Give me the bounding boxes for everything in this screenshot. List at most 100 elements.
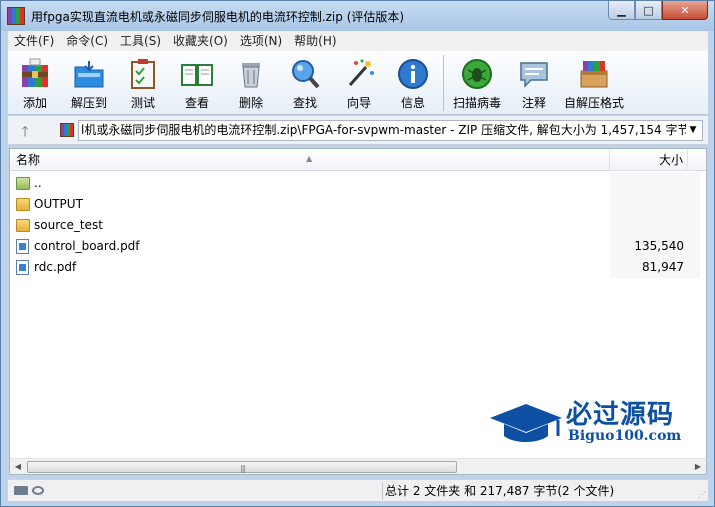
sfx-archive-icon (580, 61, 608, 88)
menu-file[interactable]: 文件(F) (8, 31, 60, 51)
virus-scan-icon (462, 59, 492, 89)
view-book-icon (181, 64, 213, 86)
sfx-label: 自解压格式 (563, 96, 624, 110)
find-button[interactable]: 查找 (278, 51, 332, 113)
test-button[interactable]: 测试 (116, 51, 170, 113)
resize-grip-icon[interactable]: ⋰ (698, 490, 706, 499)
list-row-control-board[interactable]: control_board.pdf 135,540 (10, 236, 706, 257)
chevron-right-icon: ▶ (694, 462, 702, 471)
add-label: 添加 (22, 96, 47, 110)
grip-icon: ||| (240, 464, 246, 473)
list-row-rdc[interactable]: rdc.pdf 81,947 (10, 257, 706, 278)
key-icon[interactable] (32, 486, 44, 495)
add-button[interactable]: 添加 (8, 51, 62, 113)
list-row-output[interactable]: OUTPUT (10, 194, 706, 215)
file-name: rdc.pdf (34, 260, 77, 274)
extract-to-label: 解压到 (70, 96, 107, 110)
file-name: OUTPUT (34, 197, 83, 211)
close-button[interactable]: ✕ (662, 1, 708, 20)
folder-icon (16, 198, 30, 211)
maximize-button[interactable]: □ (635, 1, 662, 20)
horizontal-scrollbar[interactable]: ◀ ||| ▶ (10, 458, 706, 474)
column-header-size[interactable]: 大小 (610, 149, 688, 171)
arrow-up-icon: 🡑 (21, 124, 29, 140)
menu-options[interactable]: 选项(N) (234, 31, 288, 51)
file-size: 135,540 (634, 239, 684, 253)
info-button[interactable]: 信息 (386, 51, 440, 113)
drive-icon[interactable] (14, 486, 28, 495)
file-size (610, 173, 684, 194)
window-controls: ▁ □ ✕ (608, 1, 708, 20)
up-folder-button[interactable]: 🡑 (14, 121, 36, 141)
view-button[interactable]: 查看 (170, 51, 224, 113)
column-header-name[interactable]: 名称 ▲ (10, 149, 610, 171)
list-row-parent[interactable]: .. (10, 173, 706, 194)
menu-commands[interactable]: 命令(C) (60, 31, 114, 51)
file-name: .. (34, 176, 42, 190)
address-bar: 🡑 l机或永磁同步伺服电机的电流环控制.zip\FPGA-for-svpwm-m… (8, 116, 708, 145)
view-label: 查看 (184, 96, 209, 110)
pdf-file-icon (16, 260, 29, 275)
menu-tools[interactable]: 工具(S) (114, 31, 167, 51)
status-icons (14, 486, 44, 495)
address-dropdown[interactable]: ▼ (686, 121, 700, 140)
info-icon (398, 59, 428, 89)
toolbar-separator (443, 55, 444, 111)
name-cell: source_test (16, 215, 103, 236)
minimize-icon: ▁ (617, 3, 626, 17)
file-name: source_test (34, 218, 103, 232)
column-name-label: 名称 (16, 153, 41, 167)
list-header: 名称 ▲ 大小 (10, 149, 706, 171)
parent-folder-icon (16, 177, 30, 190)
add-archive-icon (22, 58, 48, 87)
list-rows: .. OUTPUT source_test control_board.pdf … (10, 173, 706, 278)
trash-icon (242, 63, 260, 88)
scroll-right-button[interactable]: ▶ (690, 459, 706, 475)
watermark-title: 必过源码 (566, 400, 675, 430)
status-bar: 总计 2 文件夹 和 217,487 字节(2 个文件) ⋰ (8, 479, 708, 501)
close-icon: ✕ (680, 3, 690, 17)
winrar-app-icon[interactable] (7, 7, 25, 25)
maximize-icon: □ (643, 3, 654, 17)
archive-path-icon (60, 123, 74, 137)
comment-button[interactable]: 注释 (507, 51, 561, 113)
window-title: 用fpga实现直流电机或永磁同步伺服电机的电流环控制.zip (评估版本) (31, 10, 405, 24)
address-path: l机或永磁同步伺服电机的电流环控制.zip\FPGA-for-svpwm-mas… (81, 123, 690, 137)
delete-button[interactable]: 删除 (224, 51, 278, 113)
test-label: 测试 (130, 96, 155, 110)
scroll-thumb[interactable]: ||| (27, 461, 457, 473)
address-field[interactable]: l机或永磁同步伺服电机的电流环控制.zip\FPGA-for-svpwm-mas… (78, 120, 703, 141)
info-label: 信息 (400, 96, 425, 110)
comment-label: 注释 (521, 96, 546, 110)
menu-favorites[interactable]: 收藏夹(O) (167, 31, 234, 51)
list-row-source-test[interactable]: source_test (10, 215, 706, 236)
file-name: control_board.pdf (34, 239, 140, 253)
magic-wand-icon (348, 59, 374, 86)
name-cell: rdc.pdf (16, 257, 76, 278)
search-icon (292, 60, 320, 89)
wizard-button[interactable]: 向导 (332, 51, 386, 113)
file-size: 81,947 (642, 260, 684, 274)
comment-icon (520, 62, 548, 88)
delete-label: 删除 (238, 96, 263, 110)
title-bar[interactable]: 用fpga实现直流电机或永磁同步伺服电机的电流环控制.zip (评估版本) ▁ … (1, 1, 714, 31)
winrar-window: 用fpga实现直流电机或永磁同步伺服电机的电流环控制.zip (评估版本) ▁ … (0, 0, 715, 507)
extract-to-button[interactable]: 解压到 (62, 51, 116, 113)
pdf-file-icon (16, 239, 29, 254)
scan-virus-label: 扫描病毒 (452, 96, 501, 110)
name-cell: .. (16, 173, 42, 194)
scroll-left-button[interactable]: ◀ (10, 459, 26, 475)
file-size (610, 194, 684, 215)
menu-help[interactable]: 帮助(H) (288, 31, 342, 51)
wizard-label: 向导 (346, 96, 371, 110)
name-cell: control_board.pdf (16, 236, 140, 257)
find-label: 查找 (292, 96, 317, 110)
column-size-label: 大小 (658, 153, 683, 167)
scan-virus-button[interactable]: 扫描病毒 (447, 51, 507, 113)
sfx-button[interactable]: 自解压格式 (561, 51, 627, 113)
minimize-button[interactable]: ▁ (608, 1, 635, 20)
extract-folder-icon (74, 61, 104, 88)
status-summary: 总计 2 文件夹 和 217,487 字节(2 个文件) (385, 484, 615, 498)
chevron-down-icon: ▼ (689, 125, 697, 135)
folder-icon (16, 219, 30, 232)
